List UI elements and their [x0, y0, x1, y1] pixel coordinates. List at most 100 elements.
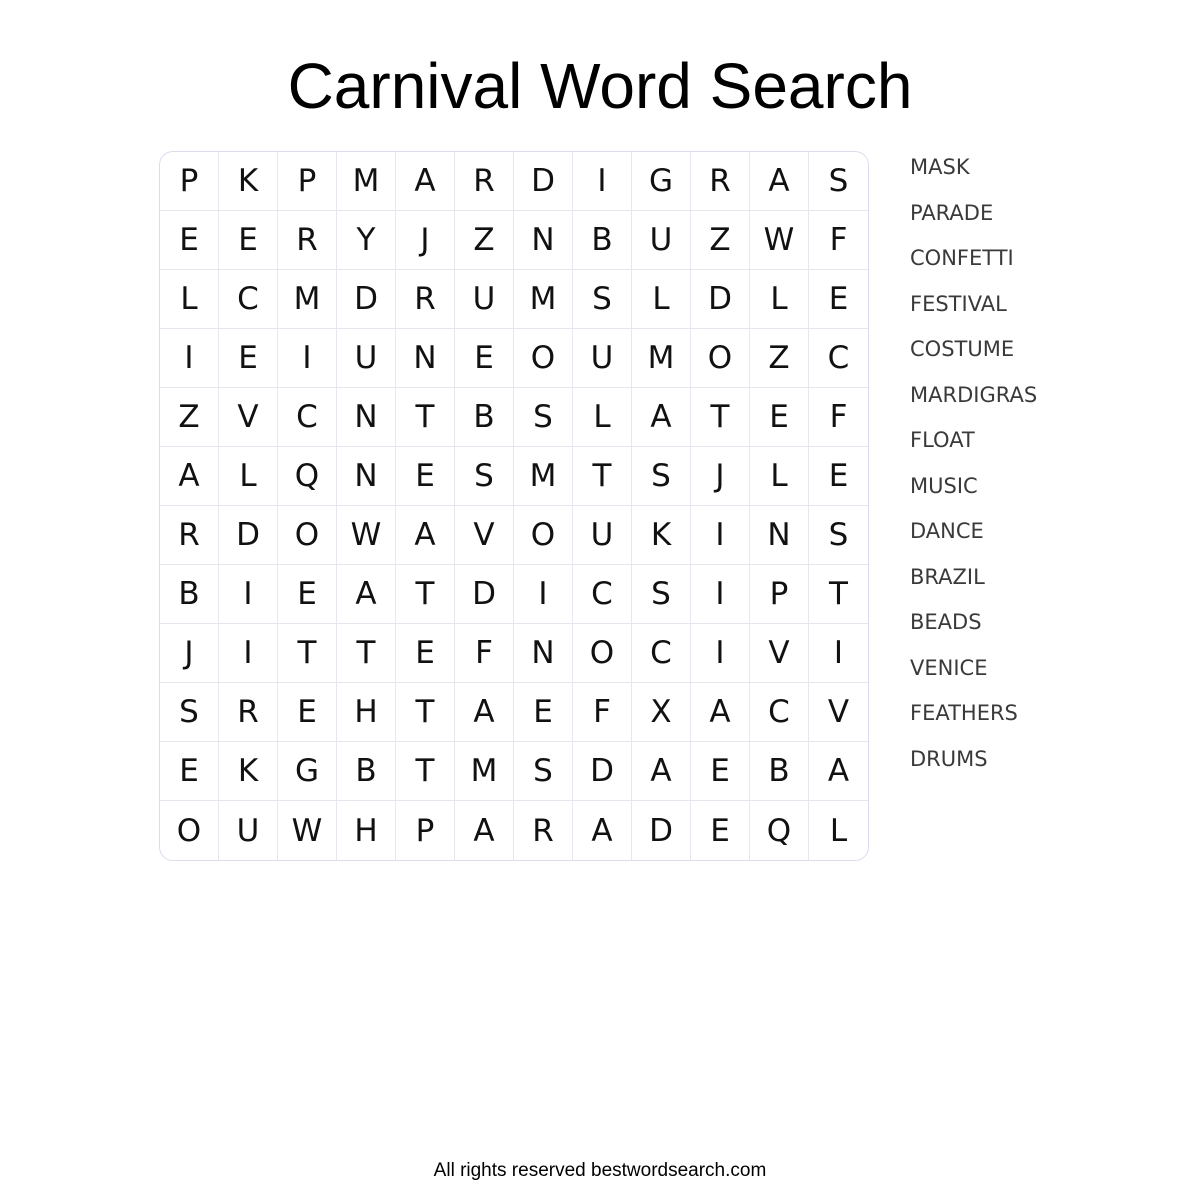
grid-cell[interactable]: A	[455, 801, 514, 860]
grid-cell[interactable]: K	[632, 506, 691, 565]
grid-cell[interactable]: K	[219, 152, 278, 211]
grid-cell[interactable]: I	[219, 565, 278, 624]
grid-cell[interactable]: E	[691, 801, 750, 860]
grid-cell[interactable]: D	[573, 742, 632, 801]
grid-cell[interactable]: S	[632, 447, 691, 506]
grid-cell[interactable]: U	[219, 801, 278, 860]
grid-cell[interactable]: R	[455, 152, 514, 211]
grid-cell[interactable]: E	[160, 742, 219, 801]
grid-cell[interactable]: N	[514, 624, 573, 683]
grid-cell[interactable]: P	[278, 152, 337, 211]
grid-cell[interactable]: N	[337, 388, 396, 447]
grid-cell[interactable]: J	[160, 624, 219, 683]
grid-cell[interactable]: S	[514, 742, 573, 801]
grid-cell[interactable]: M	[632, 329, 691, 388]
grid-cell[interactable]: M	[337, 152, 396, 211]
grid-cell[interactable]: M	[514, 447, 573, 506]
grid-cell[interactable]: Z	[455, 211, 514, 270]
grid-cell[interactable]: E	[809, 270, 868, 329]
grid-cell[interactable]: A	[455, 683, 514, 742]
grid-cell[interactable]: I	[514, 565, 573, 624]
grid-cell[interactable]: E	[750, 388, 809, 447]
grid-cell[interactable]: S	[632, 565, 691, 624]
grid-cell[interactable]: L	[750, 270, 809, 329]
grid-cell[interactable]: F	[809, 211, 868, 270]
grid-cell[interactable]: N	[337, 447, 396, 506]
grid-cell[interactable]: A	[396, 506, 455, 565]
grid-cell[interactable]: T	[396, 388, 455, 447]
grid-cell[interactable]: M	[514, 270, 573, 329]
grid-cell[interactable]: H	[337, 683, 396, 742]
grid-cell[interactable]: K	[219, 742, 278, 801]
grid-cell[interactable]: S	[514, 388, 573, 447]
grid-cell[interactable]: O	[278, 506, 337, 565]
grid-cell[interactable]: S	[809, 506, 868, 565]
grid-cell[interactable]: D	[691, 270, 750, 329]
letter-grid[interactable]: PKPMARDIGRASEERYJZNBUZWFLCMDRUMSLDLEIEIU…	[159, 151, 869, 861]
grid-cell[interactable]: I	[219, 624, 278, 683]
grid-cell[interactable]: E	[160, 211, 219, 270]
grid-cell[interactable]: C	[750, 683, 809, 742]
grid-cell[interactable]: E	[219, 211, 278, 270]
grid-cell[interactable]: B	[337, 742, 396, 801]
grid-cell[interactable]: L	[160, 270, 219, 329]
grid-cell[interactable]: G	[278, 742, 337, 801]
grid-cell[interactable]: E	[278, 683, 337, 742]
grid-cell[interactable]: U	[337, 329, 396, 388]
grid-cell[interactable]: S	[455, 447, 514, 506]
grid-cell[interactable]: L	[219, 447, 278, 506]
grid-cell[interactable]: C	[809, 329, 868, 388]
grid-cell[interactable]: T	[396, 742, 455, 801]
grid-cell[interactable]: T	[337, 624, 396, 683]
grid-cell[interactable]: P	[160, 152, 219, 211]
grid-cell[interactable]: J	[691, 447, 750, 506]
grid-cell[interactable]: T	[396, 565, 455, 624]
grid-cell[interactable]: R	[691, 152, 750, 211]
grid-cell[interactable]: P	[396, 801, 455, 860]
grid-cell[interactable]: U	[632, 211, 691, 270]
grid-cell[interactable]: R	[160, 506, 219, 565]
grid-cell[interactable]: V	[809, 683, 868, 742]
grid-cell[interactable]: E	[809, 447, 868, 506]
grid-cell[interactable]: O	[514, 329, 573, 388]
grid-cell[interactable]: R	[396, 270, 455, 329]
grid-cell[interactable]: C	[219, 270, 278, 329]
grid-cell[interactable]: T	[396, 683, 455, 742]
grid-cell[interactable]: U	[573, 506, 632, 565]
grid-cell[interactable]: V	[455, 506, 514, 565]
grid-cell[interactable]: D	[514, 152, 573, 211]
grid-cell[interactable]: V	[219, 388, 278, 447]
grid-cell[interactable]: A	[396, 152, 455, 211]
grid-cell[interactable]: G	[632, 152, 691, 211]
grid-cell[interactable]: S	[160, 683, 219, 742]
grid-cell[interactable]: B	[573, 211, 632, 270]
grid-cell[interactable]: B	[455, 388, 514, 447]
grid-cell[interactable]: A	[632, 742, 691, 801]
grid-cell[interactable]: I	[278, 329, 337, 388]
grid-cell[interactable]: H	[337, 801, 396, 860]
grid-cell[interactable]: W	[750, 211, 809, 270]
grid-cell[interactable]: Z	[691, 211, 750, 270]
grid-cell[interactable]: T	[691, 388, 750, 447]
grid-cell[interactable]: L	[573, 388, 632, 447]
grid-cell[interactable]: C	[632, 624, 691, 683]
grid-cell[interactable]: R	[219, 683, 278, 742]
grid-cell[interactable]: T	[809, 565, 868, 624]
grid-cell[interactable]: A	[632, 388, 691, 447]
grid-cell[interactable]: E	[455, 329, 514, 388]
grid-cell[interactable]: P	[750, 565, 809, 624]
grid-cell[interactable]: I	[809, 624, 868, 683]
grid-cell[interactable]: U	[455, 270, 514, 329]
grid-cell[interactable]: D	[632, 801, 691, 860]
grid-cell[interactable]: O	[573, 624, 632, 683]
grid-cell[interactable]: T	[573, 447, 632, 506]
grid-cell[interactable]: B	[750, 742, 809, 801]
grid-cell[interactable]: W	[278, 801, 337, 860]
grid-cell[interactable]: D	[455, 565, 514, 624]
grid-cell[interactable]: W	[337, 506, 396, 565]
grid-cell[interactable]: Q	[750, 801, 809, 860]
grid-cell[interactable]: O	[160, 801, 219, 860]
grid-cell[interactable]: E	[514, 683, 573, 742]
grid-cell[interactable]: A	[573, 801, 632, 860]
grid-cell[interactable]: T	[278, 624, 337, 683]
